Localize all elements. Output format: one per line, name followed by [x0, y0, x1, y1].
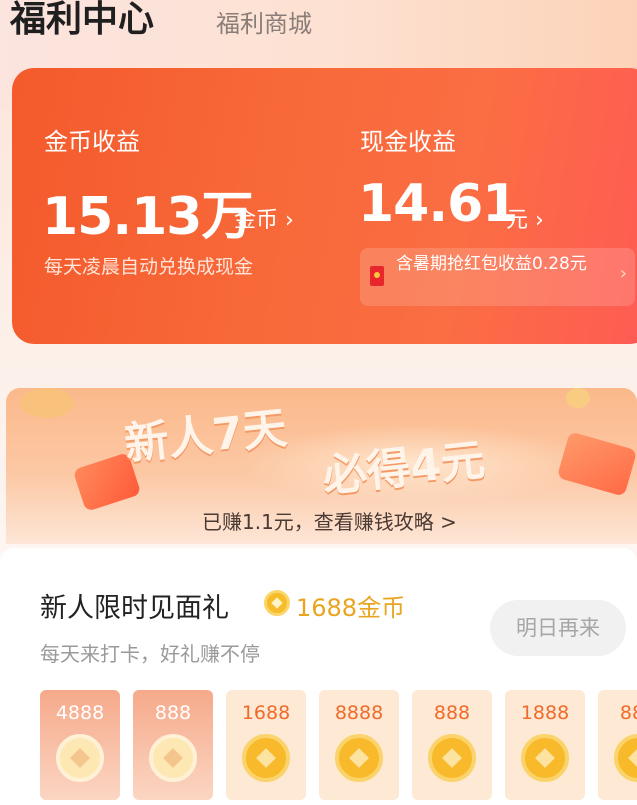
- coin-icon: [335, 734, 383, 782]
- day-reward-card[interactable]: 888: [412, 690, 492, 800]
- day-reward-card[interactable]: 4888: [40, 690, 120, 800]
- come-back-tomorrow-button[interactable]: 明日再来: [490, 600, 626, 656]
- day-reward-card[interactable]: 1888: [505, 690, 585, 800]
- day-reward-amount: 8888: [334, 702, 384, 724]
- coin-icon: [428, 734, 476, 782]
- coin-icon: [614, 734, 637, 782]
- coin-earnings-unit[interactable]: 金币 ›: [234, 202, 294, 234]
- coin-icon: [242, 734, 290, 782]
- day-reward-card[interactable]: 888: [598, 690, 637, 800]
- coin-earnings-amount[interactable]: 15.13万: [42, 174, 253, 249]
- day-reward-amount: 888: [619, 702, 637, 724]
- day-reward-amount: 1688: [241, 702, 291, 724]
- coin-decoration-icon: [20, 388, 74, 418]
- earnings-card: 金币收益 15.13万 金币 › 每天凌晨自动兑换成现金 现金收益 14.61 …: [12, 68, 637, 344]
- coin-decoration-icon: [566, 388, 590, 408]
- day-reward-amount: 888: [433, 702, 471, 724]
- cash-earnings-label: 现金收益: [360, 128, 456, 156]
- header: 福利中心 福利商城: [0, 0, 637, 60]
- newcomer-gift-card: 新人限时见面礼 1688金币 每天来打卡，好礼赚不停 明日再来 4888 888…: [0, 548, 637, 805]
- cash-earnings-amount[interactable]: 14.61: [358, 174, 518, 234]
- day-reward-card[interactable]: 888: [133, 690, 213, 800]
- red-packet-earnings-text: 含暑期抢红包收益0.28元: [396, 254, 587, 274]
- coin-earnings-label: 金币收益: [44, 128, 140, 156]
- chevron-right-icon: ›: [619, 263, 627, 284]
- day-reward-amount: 4888: [55, 702, 105, 724]
- coin-icon: [56, 734, 104, 782]
- gift-coin-amount: 1688金币: [296, 594, 406, 622]
- tab-welfare-mall[interactable]: 福利商城: [216, 4, 312, 39]
- day-reward-card[interactable]: 1688: [226, 690, 306, 800]
- newcomer-banner[interactable]: 新人7天 必得4元 已赚1.1元，查看赚钱攻略 >: [6, 388, 637, 544]
- day-reward-card[interactable]: 8888: [319, 690, 399, 800]
- coin-icon: [521, 734, 569, 782]
- cash-earnings-unit[interactable]: 元 ›: [506, 202, 544, 234]
- coin-exchange-note: 每天凌晨自动兑换成现金: [44, 256, 254, 278]
- day-reward-amount: 1888: [520, 702, 570, 724]
- red-packet-icon: [370, 266, 384, 286]
- gift-title: 新人限时见面礼: [40, 593, 229, 624]
- daily-reward-row[interactable]: 4888 888 1688 8888 888 1888 888: [40, 690, 637, 800]
- coin-icon: [149, 734, 197, 782]
- red-packet-earnings-pill[interactable]: 含暑期抢红包收益0.28元 ›: [360, 248, 635, 306]
- tab-welfare-center[interactable]: 福利中心: [10, 0, 154, 42]
- day-reward-amount: 888: [154, 702, 192, 724]
- coin-icon: [264, 590, 290, 616]
- gift-subtitle: 每天来打卡，好礼赚不停: [40, 642, 260, 666]
- earning-guide-link[interactable]: 已赚1.1元，查看赚钱攻略 >: [202, 506, 457, 535]
